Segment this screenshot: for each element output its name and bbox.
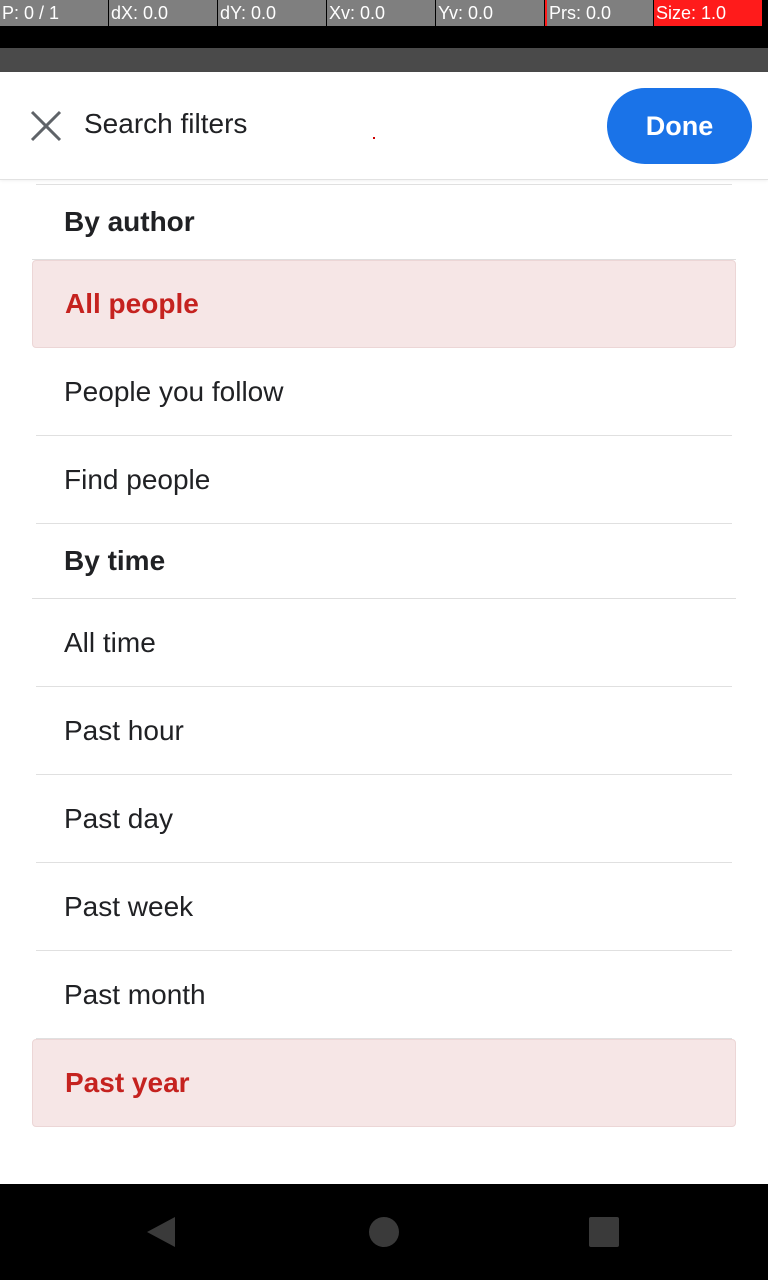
filter-list: By author All people People you follow F… [32,184,736,1127]
app-top-strip [0,48,768,72]
filters-header: Search filters Done [0,72,768,180]
section-header-by-time: By time [32,524,736,599]
debug-size: Size: 1.0 [654,0,762,26]
section-header-by-author: By author [32,185,736,260]
filter-option-find-people[interactable]: Find people [32,436,736,524]
back-triangle-icon [147,1217,175,1247]
debug-dx: dX: 0.0 [109,0,217,26]
filter-option-past-week[interactable]: Past week [32,863,736,951]
filter-option-people-you-follow[interactable]: People you follow [32,348,736,436]
red-dot-artifact [373,137,375,139]
debug-dy: dY: 0.0 [218,0,326,26]
filter-option-all-time[interactable]: All time [32,599,736,687]
close-button[interactable] [22,102,70,150]
filter-option-all-people[interactable]: All people [32,260,736,348]
home-button[interactable] [336,1184,432,1280]
filter-option-past-day[interactable]: Past day [32,775,736,863]
debug-xv: Xv: 0.0 [327,0,435,26]
debug-yv: Yv: 0.0 [436,0,544,26]
filter-option-past-month[interactable]: Past month [32,951,736,1039]
status-bar [0,26,768,48]
debug-pointer-count: P: 0 / 1 [0,0,108,26]
recents-button[interactable] [556,1184,652,1280]
back-button[interactable] [113,1184,209,1280]
filter-option-past-hour[interactable]: Past hour [32,687,736,775]
done-button[interactable]: Done [607,88,752,164]
home-circle-icon [369,1217,399,1247]
recents-square-icon [589,1217,619,1247]
page-title: Search filters [84,108,248,139]
pointer-debug-bar: P: 0 / 1 dX: 0.0 dY: 0.0 Xv: 0.0 Yv: 0.0… [0,0,768,26]
filter-option-past-year[interactable]: Past year [32,1039,736,1127]
system-navigation-bar [0,1184,768,1280]
debug-pressure: Prs: 0.0 [545,0,653,26]
close-icon [30,110,62,142]
